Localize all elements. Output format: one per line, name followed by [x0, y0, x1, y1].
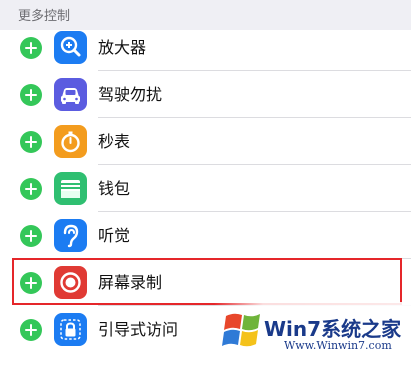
add-button[interactable]	[20, 131, 42, 153]
add-button[interactable]	[20, 37, 42, 59]
control-label: 钱包	[98, 179, 131, 198]
control-label: 秒表	[98, 132, 131, 151]
control-label: 引导式访问	[98, 320, 179, 339]
control-label: 听觉	[98, 226, 131, 245]
control-label: 驾驶勿扰	[98, 85, 163, 104]
magnifier-icon	[54, 31, 87, 64]
ear-icon	[54, 219, 87, 252]
add-button[interactable]	[20, 84, 42, 106]
add-button[interactable]	[20, 225, 42, 247]
watermark-brand: Win7系统之家	[264, 317, 402, 341]
section-title: 更多控制	[18, 9, 71, 24]
control-label: 放大器	[98, 38, 147, 57]
highlight-box	[12, 258, 402, 305]
car-icon	[54, 78, 87, 111]
separator	[98, 70, 411, 71]
control-row-magnifier: 放大器	[0, 25, 411, 71]
wallet-icon	[54, 172, 87, 205]
control-row-driving: 驾驶勿扰	[0, 72, 411, 118]
separator	[98, 117, 411, 118]
stopwatch-icon	[54, 125, 87, 158]
control-row-wallet: 钱包	[0, 166, 411, 212]
control-row-hearing: 听觉	[0, 213, 411, 259]
lock-icon	[54, 313, 87, 346]
control-row-stopwatch: 秒表	[0, 119, 411, 165]
add-button[interactable]	[20, 319, 42, 341]
watermark-url: Www.Winwin7.com	[284, 339, 392, 352]
separator	[98, 164, 411, 165]
add-button[interactable]	[20, 178, 42, 200]
separator	[98, 211, 411, 212]
